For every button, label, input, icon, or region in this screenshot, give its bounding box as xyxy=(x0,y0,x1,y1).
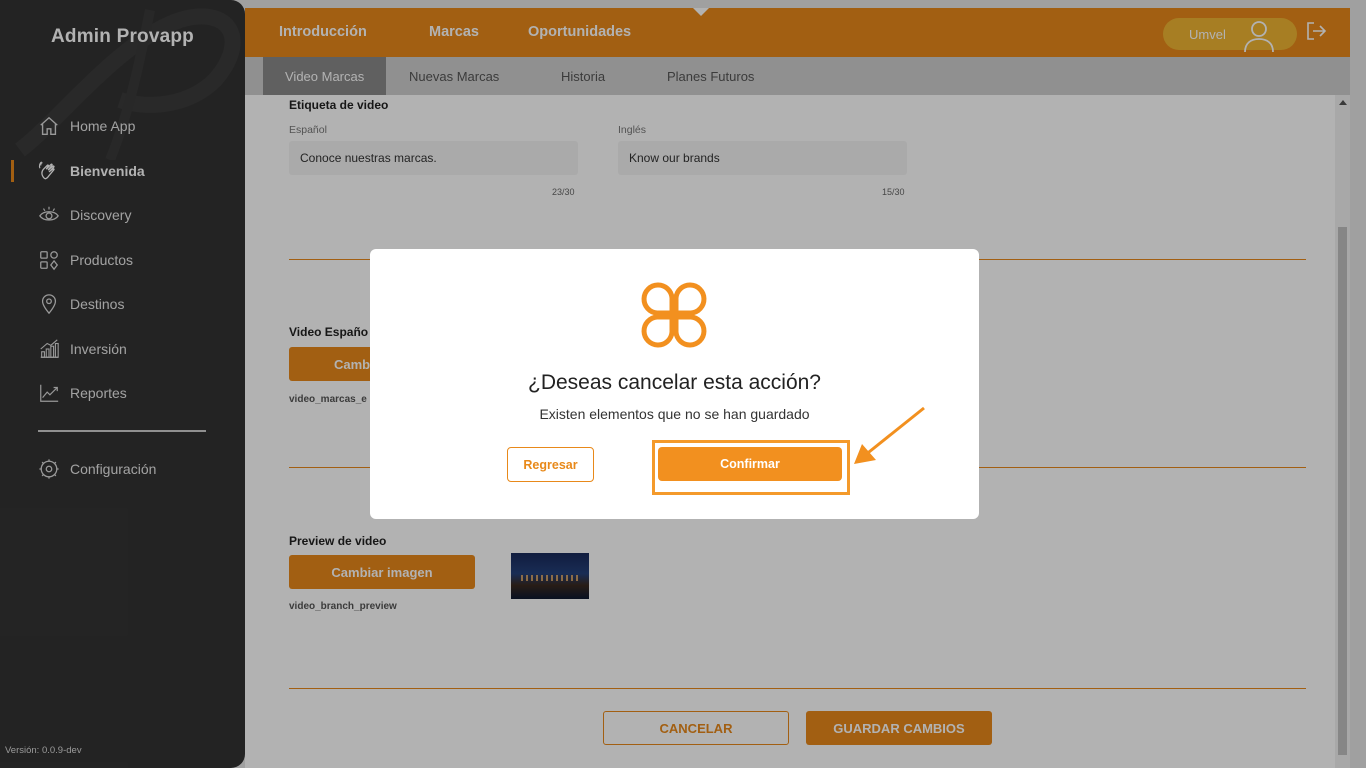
waving-hand-icon xyxy=(38,161,55,180)
video-es-title: Video Españo xyxy=(289,325,369,339)
english-char-count: 15/30 xyxy=(882,187,905,197)
page-scrollbar[interactable] xyxy=(1335,95,1350,768)
sidebar-item-configuracion[interactable]: Configuración xyxy=(0,447,245,492)
english-label: Inglés xyxy=(618,124,647,136)
sidebar-item-bienvenida[interactable]: Bienvenida xyxy=(0,149,245,194)
sidebar-item-label: Home App xyxy=(70,118,136,135)
preview-title: Preview de video xyxy=(289,534,387,548)
grid-shapes-icon xyxy=(40,250,59,270)
app-title: Admin Provapp xyxy=(50,26,194,47)
preview-thumbnail-image xyxy=(511,553,589,599)
tab-marcas[interactable]: Marcas xyxy=(429,24,479,40)
bar-chart-icon xyxy=(40,339,59,358)
clover-logo-icon xyxy=(641,282,707,348)
version-label: Versión: 0.0.9-dev xyxy=(5,745,82,756)
confirm-button[interactable]: Confirmar xyxy=(658,447,842,481)
sidebar-item-label: Inversión xyxy=(70,340,127,357)
logout-icon[interactable] xyxy=(1305,20,1327,42)
sidebar-item-label: Destinos xyxy=(70,296,125,313)
sidebar-item-discovery[interactable]: Discovery xyxy=(0,193,245,238)
sidebar-item-inversion[interactable]: Inversión xyxy=(0,327,245,372)
confirm-cancel-dialog: ¿Deseas cancelar esta acción? Existen el… xyxy=(370,249,979,519)
spanish-char-count: 23/30 xyxy=(552,187,575,197)
tab-introduccion[interactable]: Introducción xyxy=(279,24,367,40)
sidebar: Admin Provapp Home App Bienvenida Discov… xyxy=(0,0,245,768)
gear-icon xyxy=(39,459,59,479)
user-menu-button[interactable]: Umvel xyxy=(1163,18,1297,53)
subtab-planes-futuros[interactable]: Planes Futuros xyxy=(667,57,754,95)
change-image-button[interactable]: Cambiar imagen xyxy=(289,555,475,589)
english-text-input[interactable]: Know our brands xyxy=(618,141,907,175)
sidebar-item-destinos[interactable]: Destinos xyxy=(0,282,245,327)
section-divider xyxy=(289,688,1306,689)
sidebar-item-reportes[interactable]: Reportes xyxy=(0,371,245,416)
video-es-filename: video_marcas_e xyxy=(289,394,367,405)
sub-nav-bar: Video Marcas Nuevas Marcas Historia Plan… xyxy=(245,57,1350,95)
home-icon xyxy=(40,117,58,136)
location-pin-icon xyxy=(41,294,57,315)
sidebar-item-home-app[interactable]: Home App xyxy=(0,104,245,149)
subtab-historia[interactable]: Historia xyxy=(561,57,605,95)
sidebar-nav: Home App Bienvenida Discovery Productos … xyxy=(0,104,245,416)
sidebar-item-label: Reportes xyxy=(70,385,127,402)
sidebar-item-label: Bienvenida xyxy=(70,162,145,179)
user-avatar-icon xyxy=(1244,21,1274,53)
user-name: Umvel xyxy=(1189,26,1226,42)
sidebar-item-label: Configuración xyxy=(70,461,157,478)
dialog-title: ¿Deseas cancelar esta acción? xyxy=(528,371,821,394)
scrollbar-thumb[interactable] xyxy=(1338,227,1347,755)
annotation-arrow-icon xyxy=(854,406,925,464)
preview-filename: video_branch_preview xyxy=(289,601,397,612)
sidebar-item-productos[interactable]: Productos xyxy=(0,238,245,283)
line-chart-icon xyxy=(40,385,59,403)
spanish-label: Español xyxy=(289,124,327,136)
video-label-title: Etiqueta de video xyxy=(289,98,389,112)
save-changes-button[interactable]: GUARDAR CAMBIOS xyxy=(806,711,992,745)
sidebar-item-label: Productos xyxy=(70,251,134,268)
subtab-video-marcas[interactable]: Video Marcas xyxy=(263,57,387,95)
sidebar-item-label: Discovery xyxy=(70,207,132,224)
back-button[interactable]: Regresar xyxy=(507,447,594,482)
active-tab-caret-icon xyxy=(693,8,709,16)
top-nav-bar: Introducción Marcas Oportunidades Umvel xyxy=(245,8,1350,57)
cancel-button[interactable]: CANCELAR xyxy=(603,711,789,745)
subtab-nuevas-marcas[interactable]: Nuevas Marcas xyxy=(409,57,499,95)
tab-oportunidades[interactable]: Oportunidades xyxy=(528,24,631,40)
spanish-text-input[interactable]: Conoce nuestras marcas. xyxy=(289,141,578,175)
sidebar-divider xyxy=(38,430,206,432)
eye-icon xyxy=(39,207,59,221)
scroll-up-icon[interactable] xyxy=(1339,100,1347,105)
